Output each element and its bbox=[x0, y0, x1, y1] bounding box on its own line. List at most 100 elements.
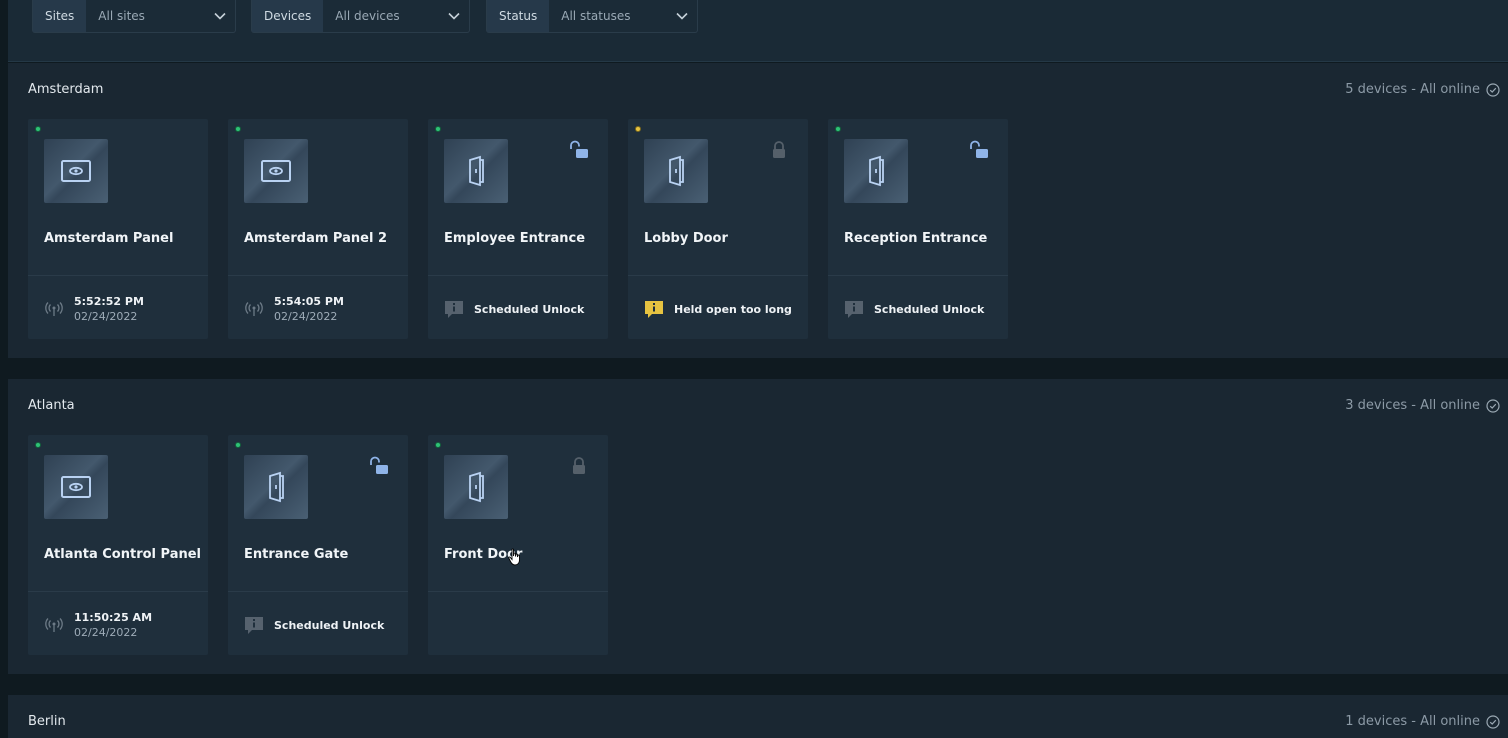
last-seen-time: 5:52:52 PM bbox=[74, 295, 144, 308]
signal-icon bbox=[45, 302, 63, 316]
site-status-text: 1 devices - All online bbox=[1345, 714, 1480, 729]
last-seen: 5:54:05 PM 02/24/2022 bbox=[244, 289, 398, 329]
last-seen-time: 11:50:25 AM bbox=[74, 611, 153, 624]
unlocked-icon bbox=[570, 140, 588, 158]
check-circle-icon bbox=[1486, 398, 1500, 413]
warning-status-dot bbox=[635, 126, 641, 132]
site-title: Amsterdam bbox=[28, 82, 104, 97]
card-divider bbox=[28, 591, 208, 592]
devices-filter[interactable]: Devices All devices bbox=[251, 0, 470, 33]
door-icon bbox=[269, 471, 284, 503]
device-thumbnail bbox=[244, 139, 308, 203]
site-title: Atlanta bbox=[28, 398, 75, 413]
chevron-down-icon[interactable] bbox=[675, 9, 689, 23]
unlocked-icon bbox=[370, 456, 388, 474]
device-card[interactable]: Entrance Gate Scheduled Unlock bbox=[228, 435, 408, 655]
locked-icon bbox=[573, 457, 585, 474]
device-card[interactable]: Reception Entrance Scheduled Unlock bbox=[828, 119, 1008, 339]
sites-filter[interactable]: Sites All sites bbox=[32, 0, 236, 33]
device-thumbnail bbox=[444, 455, 508, 519]
info-message-icon bbox=[245, 617, 263, 634]
device-name: Lobby Door bbox=[644, 231, 728, 246]
chevron-down-icon[interactable] bbox=[213, 9, 227, 23]
site-status: 3 devices - All online bbox=[1345, 398, 1500, 413]
device-name: Atlanta Control Panel bbox=[44, 547, 202, 562]
door-icon bbox=[669, 155, 684, 187]
locked-icon bbox=[773, 141, 785, 158]
site-section-berlin: Berlin 1 devices - All online bbox=[8, 695, 1508, 738]
device-card[interactable]: Amsterdam Panel 2 5:54:05 PM 02/24/2022 bbox=[228, 119, 408, 339]
last-seen-date: 02/24/2022 bbox=[274, 310, 338, 323]
event-message: Scheduled Unlock bbox=[474, 302, 585, 316]
device-thumbnail bbox=[244, 455, 308, 519]
event-message: Held open too long bbox=[674, 302, 792, 316]
last-seen: 5:52:52 PM 02/24/2022 bbox=[44, 289, 198, 329]
card-divider bbox=[28, 275, 208, 276]
online-status-dot bbox=[435, 442, 441, 448]
last-seen: 11:50:25 AM 02/24/2022 bbox=[44, 605, 198, 645]
control-panel-icon bbox=[261, 160, 291, 182]
site-section-atlanta: Atlanta 3 devices - All online Atlanta C… bbox=[8, 379, 1508, 674]
device-thumbnail bbox=[44, 455, 108, 519]
device-name: Employee Entrance bbox=[444, 231, 586, 246]
site-status: 5 devices - All online bbox=[1345, 82, 1500, 97]
site-status-text: 5 devices - All online bbox=[1345, 82, 1480, 97]
online-status-dot bbox=[435, 126, 441, 132]
filter-bar: Sites All sites Devices All devices Stat… bbox=[8, 0, 1508, 62]
device-name: Amsterdam Panel bbox=[44, 231, 174, 246]
device-name: Amsterdam Panel 2 bbox=[244, 231, 387, 246]
device-card[interactable]: Employee Entrance Scheduled Unlock bbox=[428, 119, 608, 339]
card-divider bbox=[228, 275, 408, 276]
device-thumbnail bbox=[444, 139, 508, 203]
online-status-dot bbox=[35, 126, 41, 132]
devices-filter-label: Devices bbox=[252, 0, 324, 32]
device-card[interactable]: Atlanta Control Panel 11:50:25 AM 02/24/… bbox=[28, 435, 208, 655]
device-card[interactable]: Lobby Door Held open too long bbox=[628, 119, 808, 339]
unlocked-icon bbox=[970, 140, 988, 158]
control-panel-icon bbox=[61, 476, 91, 498]
online-status-dot bbox=[835, 126, 841, 132]
last-seen-date: 02/24/2022 bbox=[74, 310, 138, 323]
last-seen-date: 02/24/2022 bbox=[74, 626, 138, 639]
site-title: Berlin bbox=[28, 714, 66, 729]
door-icon bbox=[469, 471, 484, 503]
status-filter-label: Status bbox=[487, 0, 550, 32]
device-event: Scheduled Unlock bbox=[244, 605, 398, 645]
device-name: Entrance Gate bbox=[244, 547, 349, 562]
event-message: Scheduled Unlock bbox=[874, 302, 985, 316]
chevron-down-icon[interactable] bbox=[447, 9, 461, 23]
check-circle-icon bbox=[1486, 714, 1500, 729]
device-thumbnail bbox=[844, 139, 908, 203]
site-section-amsterdam: Amsterdam 5 devices - All online Amsterd… bbox=[8, 63, 1508, 358]
device-name: Reception Entrance bbox=[844, 231, 988, 246]
card-divider bbox=[228, 591, 408, 592]
card-divider bbox=[628, 275, 808, 276]
check-circle-icon bbox=[1486, 82, 1500, 97]
sites-filter-label: Sites bbox=[33, 0, 87, 32]
card-divider bbox=[428, 275, 608, 276]
device-event: Held open too long bbox=[644, 289, 798, 329]
device-thumbnail bbox=[644, 139, 708, 203]
hand-cursor-icon bbox=[508, 548, 520, 566]
device-event: Scheduled Unlock bbox=[844, 289, 998, 329]
card-divider bbox=[428, 591, 608, 592]
info-message-icon bbox=[445, 301, 463, 318]
event-message: Scheduled Unlock bbox=[274, 618, 385, 632]
status-filter[interactable]: Status All statuses bbox=[486, 0, 698, 33]
site-status-text: 3 devices - All online bbox=[1345, 398, 1480, 413]
device-thumbnail bbox=[44, 139, 108, 203]
card-divider bbox=[828, 275, 1008, 276]
device-card[interactable]: Amsterdam Panel 5:52:52 PM 02/24/2022 bbox=[28, 119, 208, 339]
online-status-dot bbox=[35, 442, 41, 448]
online-status-dot bbox=[235, 126, 241, 132]
device-event: Scheduled Unlock bbox=[444, 289, 598, 329]
online-status-dot bbox=[235, 442, 241, 448]
control-panel-icon bbox=[61, 160, 91, 182]
device-card[interactable]: Front Door bbox=[428, 435, 608, 655]
site-status: 1 devices - All online bbox=[1345, 714, 1500, 729]
warning-message-icon bbox=[645, 301, 663, 318]
door-icon bbox=[469, 155, 484, 187]
last-seen-time: 5:54:05 PM bbox=[274, 295, 344, 308]
signal-icon bbox=[245, 302, 263, 316]
signal-icon bbox=[45, 618, 63, 632]
